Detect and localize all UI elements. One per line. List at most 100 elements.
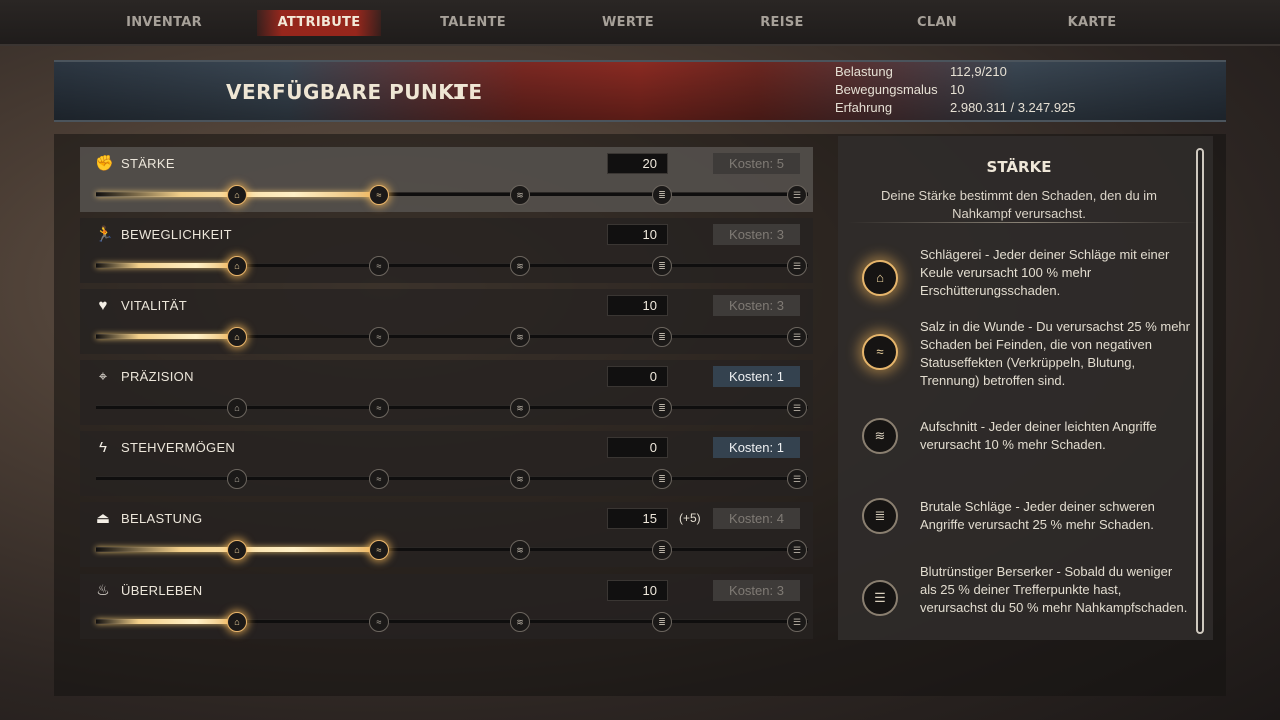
character-stats: Belastung 112,9/210 Bewegungsmalus 10 Er… xyxy=(835,64,1165,118)
available-points-label: VERFÜGBARE PUNKTE xyxy=(226,80,483,104)
stat-row: Bewegungsmalus 10 xyxy=(835,82,1165,100)
tier-node-icon: ≈ xyxy=(369,612,389,632)
description-title: STÄRKE xyxy=(986,158,1052,176)
stat-label: Bewegungsmalus xyxy=(835,82,938,97)
attribute-row-praezision[interactable]: ⌖ PRÄZISION 0 Kosten: 1 ⌂ ≈ ≋ ≣ ☰ xyxy=(80,360,813,425)
tier-node-icon: ☰ xyxy=(787,185,807,205)
tier-node-icon: ≣ xyxy=(652,185,672,205)
attribute-row-beweglichkeit[interactable]: 🏃 BEWEGLICHKEIT 10 Kosten: 3 ⌂ ≈ ≋ ≣ ☰ xyxy=(80,218,813,283)
cost-button[interactable]: Kosten: 3 xyxy=(713,224,800,245)
tab-werte[interactable]: WERTE xyxy=(566,10,690,36)
tier-node-icon: ☰ xyxy=(787,612,807,632)
tab-reise[interactable]: REISE xyxy=(720,10,844,36)
running-icon: 🏃 xyxy=(95,226,114,243)
divider xyxy=(848,222,1200,223)
attribute-value: 10 xyxy=(607,580,668,601)
perk-text: Blutrünstiger Berserker - Sobald du weni… xyxy=(920,564,1188,615)
attribute-name: VITALITÄT xyxy=(121,298,188,313)
tab-inventar[interactable]: INVENTAR xyxy=(102,10,226,36)
attribute-value: 10 xyxy=(607,224,668,245)
tier-node-icon: ☰ xyxy=(787,469,807,489)
attribute-progress-track: ⌂ ≈ ≋ ≣ ☰ xyxy=(96,612,808,632)
tier-node-icon: ⌂ xyxy=(227,612,247,632)
tier-node-icon: ≋ xyxy=(510,469,530,489)
attribute-row-staerke[interactable]: ✊ STÄRKE 20 Kosten: 5 ⌂ ≈ ≋ ≣ ☰ xyxy=(80,147,813,212)
attribute-description-panel: STÄRKE Deine Stärke bestimmt den Schaden… xyxy=(838,136,1213,640)
attribute-name: ÜBERLEBEN xyxy=(121,583,203,598)
progress-fill xyxy=(96,334,239,339)
attribute-name: PRÄZISION xyxy=(121,369,194,384)
tab-karte[interactable]: KARTE xyxy=(1030,10,1154,36)
tier-node-icon: ≣ xyxy=(652,327,672,347)
tier-node-icon: ≣ xyxy=(652,540,672,560)
attribute-value: 10 xyxy=(607,295,668,316)
tab-talente[interactable]: TALENTE xyxy=(411,10,535,36)
tier-node-icon: ≋ xyxy=(510,185,530,205)
attribute-value: 15 xyxy=(607,508,668,529)
attribute-row-vitalitaet[interactable]: ♥ VITALITÄT 10 Kosten: 3 ⌂ ≈ ≋ ≣ ☰ xyxy=(80,289,813,354)
tier-node-icon: ≣ xyxy=(652,469,672,489)
attribute-progress-track: ⌂ ≈ ≋ ≣ ☰ xyxy=(96,469,808,489)
attribute-progress-track: ⌂ ≈ ≋ ≣ ☰ xyxy=(96,256,808,276)
attribute-progress-track: ⌂ ≈ ≋ ≣ ☰ xyxy=(96,398,808,418)
tier-node-icon: ☰ xyxy=(787,327,807,347)
tier-node-icon: ⌂ xyxy=(227,327,247,347)
cost-button[interactable]: Kosten: 1 xyxy=(713,366,800,387)
perk-text: Aufschnitt - Jeder deiner leichten Angri… xyxy=(920,419,1157,452)
tier-node-icon: ⌂ xyxy=(227,540,247,560)
campfire-icon: ♨ xyxy=(96,582,110,599)
tier-node-icon: ≈ xyxy=(369,185,389,205)
stat-value: 2.980.311 / 3.247.925 xyxy=(950,100,1076,115)
heart-icon: ♥ xyxy=(98,297,108,314)
tier-node-icon: ⌂ xyxy=(227,185,247,205)
attribute-row-ueberleben[interactable]: ♨ ÜBERLEBEN 10 Kosten: 3 ⌂ ≈ ≋ ≣ ☰ xyxy=(80,574,813,639)
stat-value: 10 xyxy=(950,82,965,97)
tier-node-icon: ⌂ xyxy=(227,398,247,418)
tier-node-icon: ≈ xyxy=(369,256,389,276)
tier-node-icon: ≣ xyxy=(652,398,672,418)
description-scrollbar[interactable] xyxy=(1196,148,1204,634)
tier-node-icon: ≈ xyxy=(369,469,389,489)
tier-node-icon: ☰ xyxy=(787,540,807,560)
perk-tier4-icon: ≣ xyxy=(862,498,898,534)
stat-label: Erfahrung xyxy=(835,100,893,115)
perk-text: Salz in die Wunde - Du verursachst 25 % … xyxy=(920,319,1190,388)
lightning-icon: ϟ xyxy=(99,439,107,456)
cost-button[interactable]: Kosten: 4 xyxy=(713,508,800,529)
attribute-value: 0 xyxy=(607,437,668,458)
tier-node-icon: ≈ xyxy=(369,398,389,418)
tab-attribute[interactable]: ATTRIBUTE xyxy=(257,10,381,36)
attribute-progress-track: ⌂ ≈ ≋ ≣ ☰ xyxy=(96,185,808,205)
attribute-name: STEHVERMÖGEN xyxy=(121,440,236,455)
tier-node-icon: ⌂ xyxy=(227,469,247,489)
cost-button[interactable]: Kosten: 1 xyxy=(713,437,800,458)
progress-fill xyxy=(96,263,239,268)
tab-clan[interactable]: CLAN xyxy=(875,10,999,36)
stat-label: Belastung xyxy=(835,64,893,79)
stat-value: 112,9/210 xyxy=(950,64,1007,79)
tier-node-icon: ≋ xyxy=(510,398,530,418)
tier-node-icon: ☰ xyxy=(787,256,807,276)
top-navigation: INVENTAR ATTRIBUTE TALENTE WERTE REISE C… xyxy=(0,0,1280,46)
tier-node-icon: ≣ xyxy=(652,612,672,632)
weight-icon: ⏏ xyxy=(95,510,111,527)
description-text: Deine Stärke bestimmt den Schaden, den d… xyxy=(880,188,1158,221)
progress-fill xyxy=(96,619,239,624)
tier-node-icon: ≋ xyxy=(510,540,530,560)
cost-button[interactable]: Kosten: 3 xyxy=(713,580,800,601)
crosshair-icon: ⌖ xyxy=(98,368,108,385)
tier-node-icon: ≈ xyxy=(369,540,389,560)
perk-tier2-icon: ≈ xyxy=(862,334,898,370)
fist-icon: ✊ xyxy=(95,155,114,172)
perk-text: Brutale Schläge - Jeder deiner schweren … xyxy=(920,499,1155,532)
attribute-name: STÄRKE xyxy=(121,156,175,171)
attribute-value: 0 xyxy=(607,366,668,387)
stat-row: Erfahrung 2.980.311 / 3.247.925 xyxy=(835,100,1165,118)
attribute-row-stehvermoegen[interactable]: ϟ STEHVERMÖGEN 0 Kosten: 1 ⌂ ≈ ≋ ≣ ☰ xyxy=(80,431,813,496)
attribute-name: BEWEGLICHKEIT xyxy=(121,227,232,242)
attribute-row-belastung[interactable]: ⏏ BELASTUNG 15 (+5) Kosten: 4 ⌂ ≈ ≋ ≣ ☰ xyxy=(80,502,813,567)
cost-button[interactable]: Kosten: 3 xyxy=(713,295,800,316)
cost-button[interactable]: Kosten: 5 xyxy=(713,153,800,174)
attribute-name: BELASTUNG xyxy=(121,511,203,526)
perk-tier3-icon: ≋ xyxy=(862,418,898,454)
